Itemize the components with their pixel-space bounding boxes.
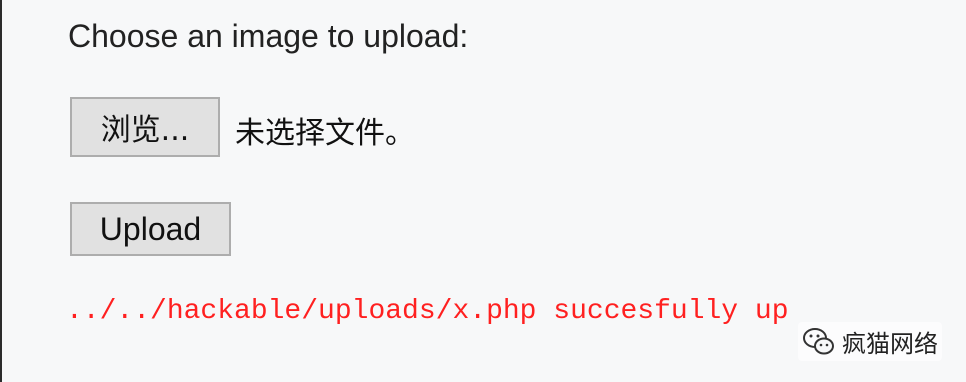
browse-button[interactable]: 浏览... <box>70 97 220 157</box>
page-frame: Choose an image to upload: 浏览... 未选择文件。 … <box>0 0 966 382</box>
watermark: 疯猫网络 <box>798 322 942 361</box>
upload-prompt: Choose an image to upload: <box>68 18 469 54</box>
upload-result-message: ../../hackable/uploads/x.php succesfully… <box>66 296 789 327</box>
wechat-icon <box>803 327 834 354</box>
file-status-label: 未选择文件。 <box>235 116 415 151</box>
upload-button[interactable]: Upload <box>70 202 231 256</box>
watermark-text: 疯猫网络 <box>842 330 938 358</box>
